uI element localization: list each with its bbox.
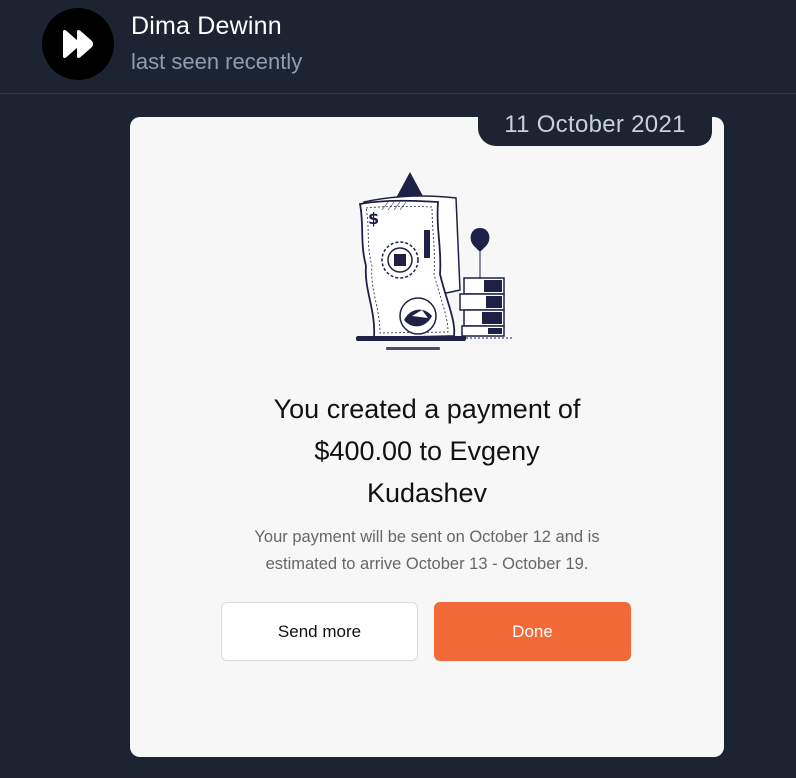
details-line: Your payment will be sent on October 12 … [254,528,600,546]
dollar-bill-growth-illustration: $ [356,172,512,350]
payment-headline: You created a payment of $400.00 to Evge… [130,388,724,514]
date-badge: 11 October 2021 [478,104,712,146]
contact-name[interactable]: Dima Dewinn [131,12,282,41]
svg-text:$: $ [368,209,379,228]
contact-status: last seen recently [131,49,303,74]
headline-line: $400.00 to Evgeny [314,436,540,466]
done-button[interactable]: Done [434,602,631,661]
details-line: estimated to arrive October 13 - October… [265,555,589,573]
send-more-button[interactable]: Send more [221,602,418,661]
payment-details: Your payment will be sent on October 12 … [130,524,724,578]
headline-line: You created a payment of [273,394,581,424]
fast-forward-icon [63,30,93,58]
avatar[interactable] [42,8,114,80]
headline-line: Kudashev [366,478,488,508]
chat-header: Dima Dewinn last seen recently [0,0,796,94]
